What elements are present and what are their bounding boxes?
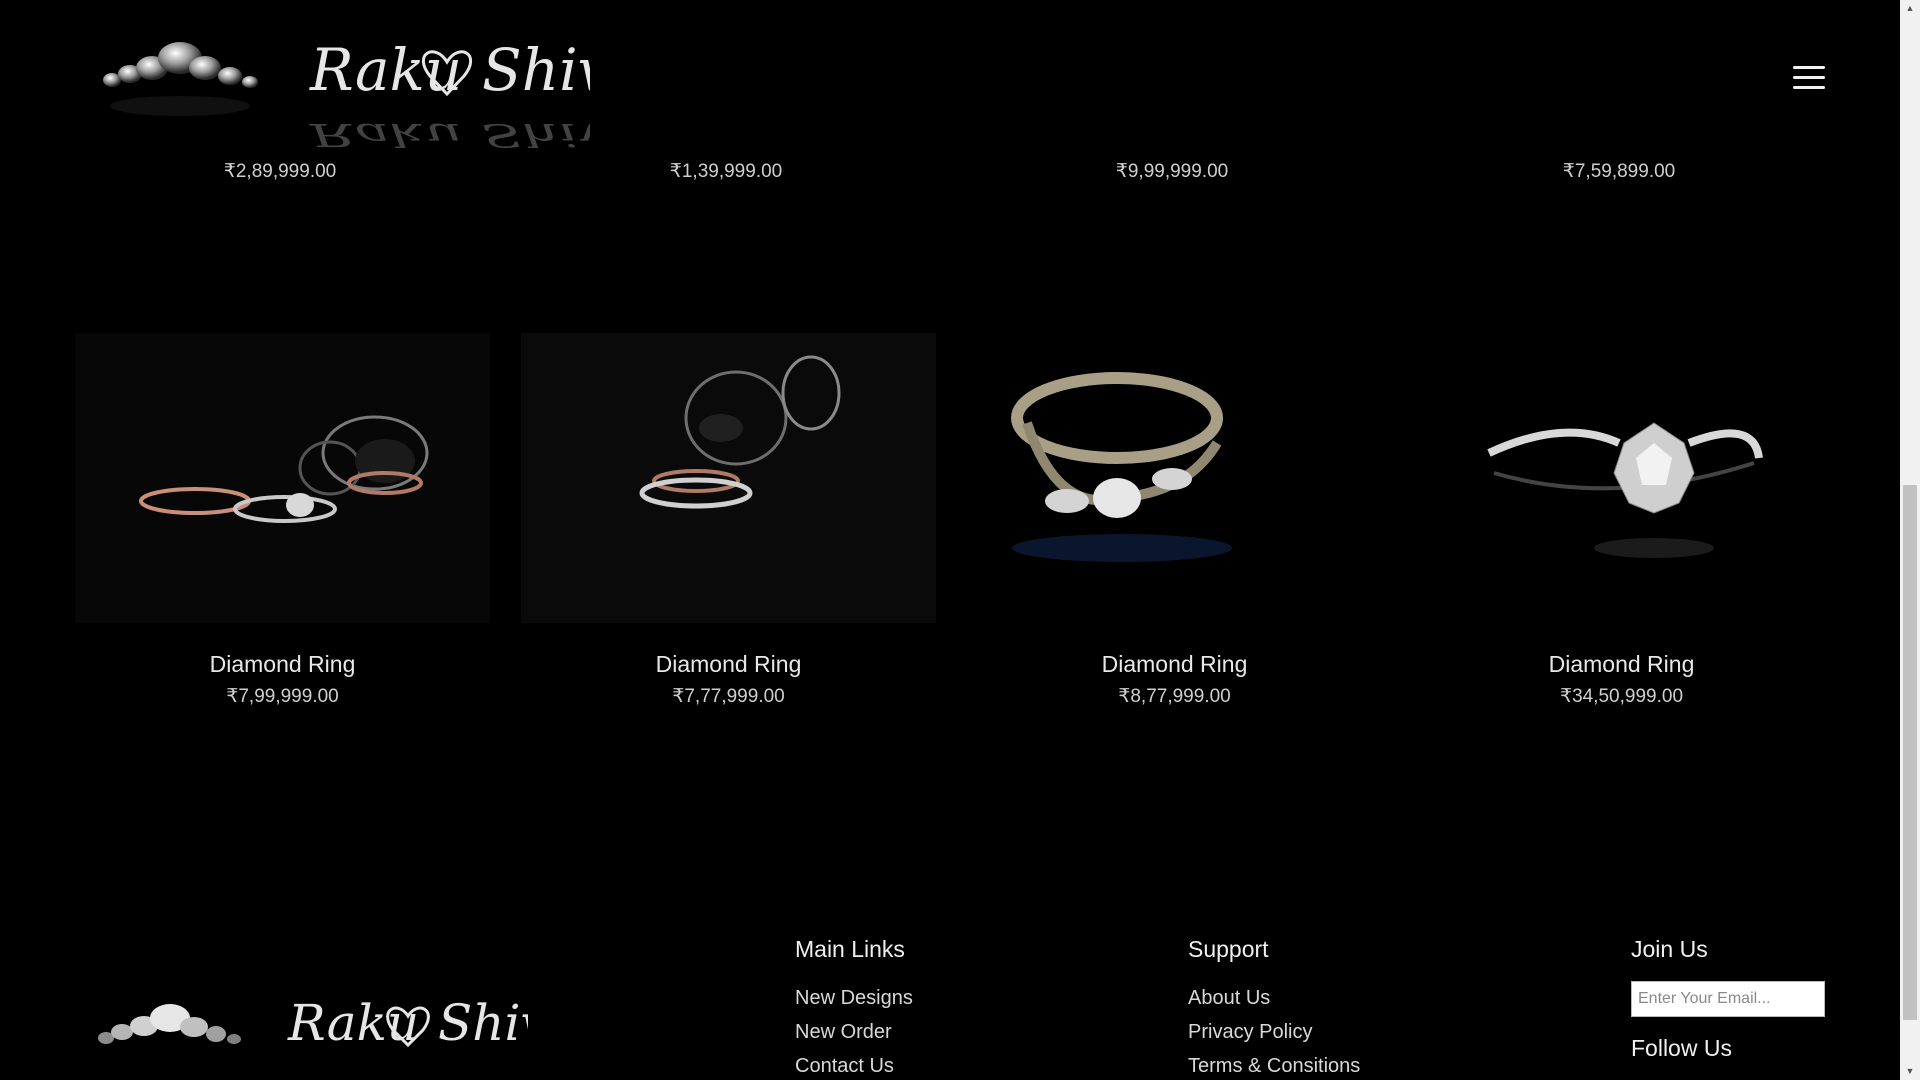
scrollbar-thumb[interactable]	[1903, 485, 1917, 1020]
main-links-column: Main Links New Designs New Order Contact…	[795, 936, 913, 1080]
support-column: Support About Us Privacy Policy Terms & …	[1188, 936, 1360, 1080]
page: Raku Shivu Raku Shivu ₹2,89,999.00 ₹1,39…	[0, 0, 1900, 1080]
product-image[interactable]	[75, 333, 490, 623]
product-name[interactable]: Diamond Ring	[521, 651, 936, 678]
product-price: ₹7,77,999.00	[672, 686, 785, 707]
product-price: ₹2,89,999.00	[223, 161, 337, 182]
previous-row-prices: ₹2,89,999.00 ₹1,39,999.00 ₹9,99,999.00 ₹…	[0, 160, 1900, 190]
product-price: ₹7,59,899.00	[1562, 161, 1676, 182]
site-header: Raku Shivu Raku Shivu	[0, 0, 1900, 150]
footer-link-contact-us[interactable]: Contact Us	[795, 1049, 913, 1080]
site-footer: Raku Shivu Main Links New Designs New Or…	[0, 920, 1900, 1080]
product-card[interactable]: Diamond Ring ₹34,50,999.00	[1414, 333, 1829, 713]
hamburger-bar	[1793, 86, 1825, 89]
support-title: Support	[1188, 936, 1269, 962]
svg-text:Raku: Raku	[309, 116, 462, 148]
svg-text:Shivu: Shivu	[482, 36, 590, 104]
product-price: ₹1,39,999.00	[669, 161, 783, 182]
footer-link-privacy-policy[interactable]: Privacy Policy	[1188, 1015, 1360, 1049]
product-image[interactable]	[521, 333, 936, 623]
brand-logo[interactable]: Raku Shivu Raku Shivu	[90, 28, 590, 148]
follow-us-title: Follow Us	[1631, 1035, 1732, 1061]
join-us-column: Join Us Follow Us	[1631, 936, 1825, 1080]
svg-text:Raku: Raku	[287, 994, 419, 1052]
product-name[interactable]: Diamond Ring	[967, 651, 1382, 678]
product-image[interactable]	[1414, 333, 1829, 623]
hamburger-bar	[1793, 66, 1825, 69]
scroll-down-arrow-icon[interactable]: ▼	[1900, 1063, 1920, 1080]
hamburger-menu-icon[interactable]	[1793, 66, 1825, 92]
footer-link-new-order[interactable]: New Order	[795, 1015, 913, 1049]
hamburger-bar	[1793, 76, 1825, 79]
product-price: ₹34,50,999.00	[1559, 686, 1684, 707]
svg-text:Shivu: Shivu	[438, 994, 528, 1052]
email-field[interactable]	[1631, 981, 1825, 1017]
footer-link-terms[interactable]: Terms & Consitions	[1188, 1049, 1360, 1080]
scroll-up-arrow-icon[interactable]: ▲	[1900, 0, 1920, 17]
product-price: ₹7,99,999.00	[226, 686, 339, 707]
svg-text:Raku: Raku	[309, 36, 462, 104]
product-name[interactable]: Diamond Ring	[1414, 651, 1829, 678]
product-name[interactable]: Diamond Ring	[75, 651, 490, 678]
svg-text:Shivu: Shivu	[482, 116, 590, 148]
product-price: ₹9,99,999.00	[1115, 161, 1229, 182]
main-links-title: Main Links	[795, 936, 905, 962]
footer-link-about-us[interactable]: About Us	[1188, 981, 1360, 1015]
footer-link-new-designs[interactable]: New Designs	[795, 981, 913, 1015]
product-price: ₹8,77,999.00	[1118, 686, 1231, 707]
product-card[interactable]: Diamond Ring ₹7,77,999.00	[521, 333, 936, 713]
footer-brand-logo[interactable]: Raku Shivu	[88, 990, 528, 1080]
product-image[interactable]	[967, 333, 1382, 623]
product-card[interactable]: Diamond Ring ₹8,77,999.00	[967, 333, 1382, 713]
product-card[interactable]: Diamond Ring ₹7,99,999.00	[75, 333, 490, 713]
join-us-title: Join Us	[1631, 936, 1708, 962]
vertical-scrollbar[interactable]: ▲ ▼	[1900, 0, 1920, 1080]
